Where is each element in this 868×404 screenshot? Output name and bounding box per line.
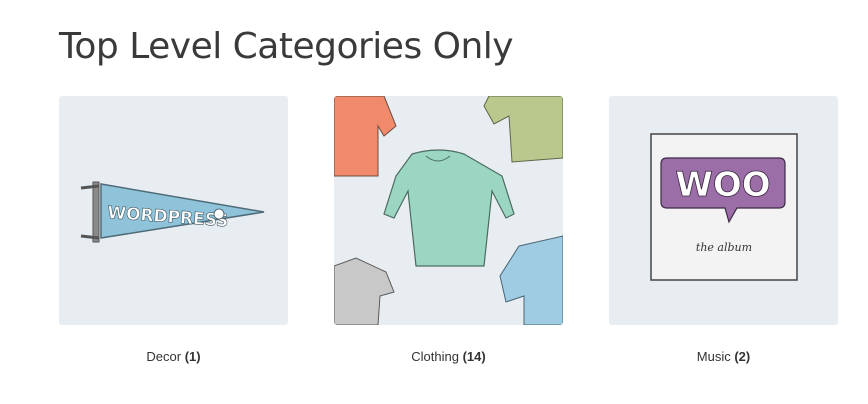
category-count: (2) [734,349,751,364]
category-name: Decor [146,349,182,364]
clothing-collage-icon [334,96,563,325]
page-title: Top Level Categories Only [59,26,514,67]
category-count: (1) [184,349,201,364]
category-card-decor[interactable]: WORDPRESS Decor (1) [59,96,288,364]
category-card-music[interactable]: WOO the album Music (2) [609,96,838,364]
category-caption-music[interactable]: Music (2) [609,349,838,364]
category-name: Music [696,349,731,364]
category-image-clothing[interactable] [334,96,563,325]
category-image-decor[interactable]: WORDPRESS [59,96,288,325]
category-name: Clothing [411,349,459,364]
album-logo-text: WOO [675,165,770,205]
woo-album-icon: WOO the album [609,96,838,325]
category-caption-decor[interactable]: Decor (1) [59,349,288,364]
category-card-clothing[interactable]: Clothing (14) [334,96,563,364]
album-subtitle-text: the album [696,241,752,254]
category-caption-clothing[interactable]: Clothing (14) [334,349,563,364]
category-image-music[interactable]: WOO the album [609,96,838,325]
wordpress-pennant-icon: WORDPRESS [59,96,288,325]
category-count: (14) [462,349,486,364]
